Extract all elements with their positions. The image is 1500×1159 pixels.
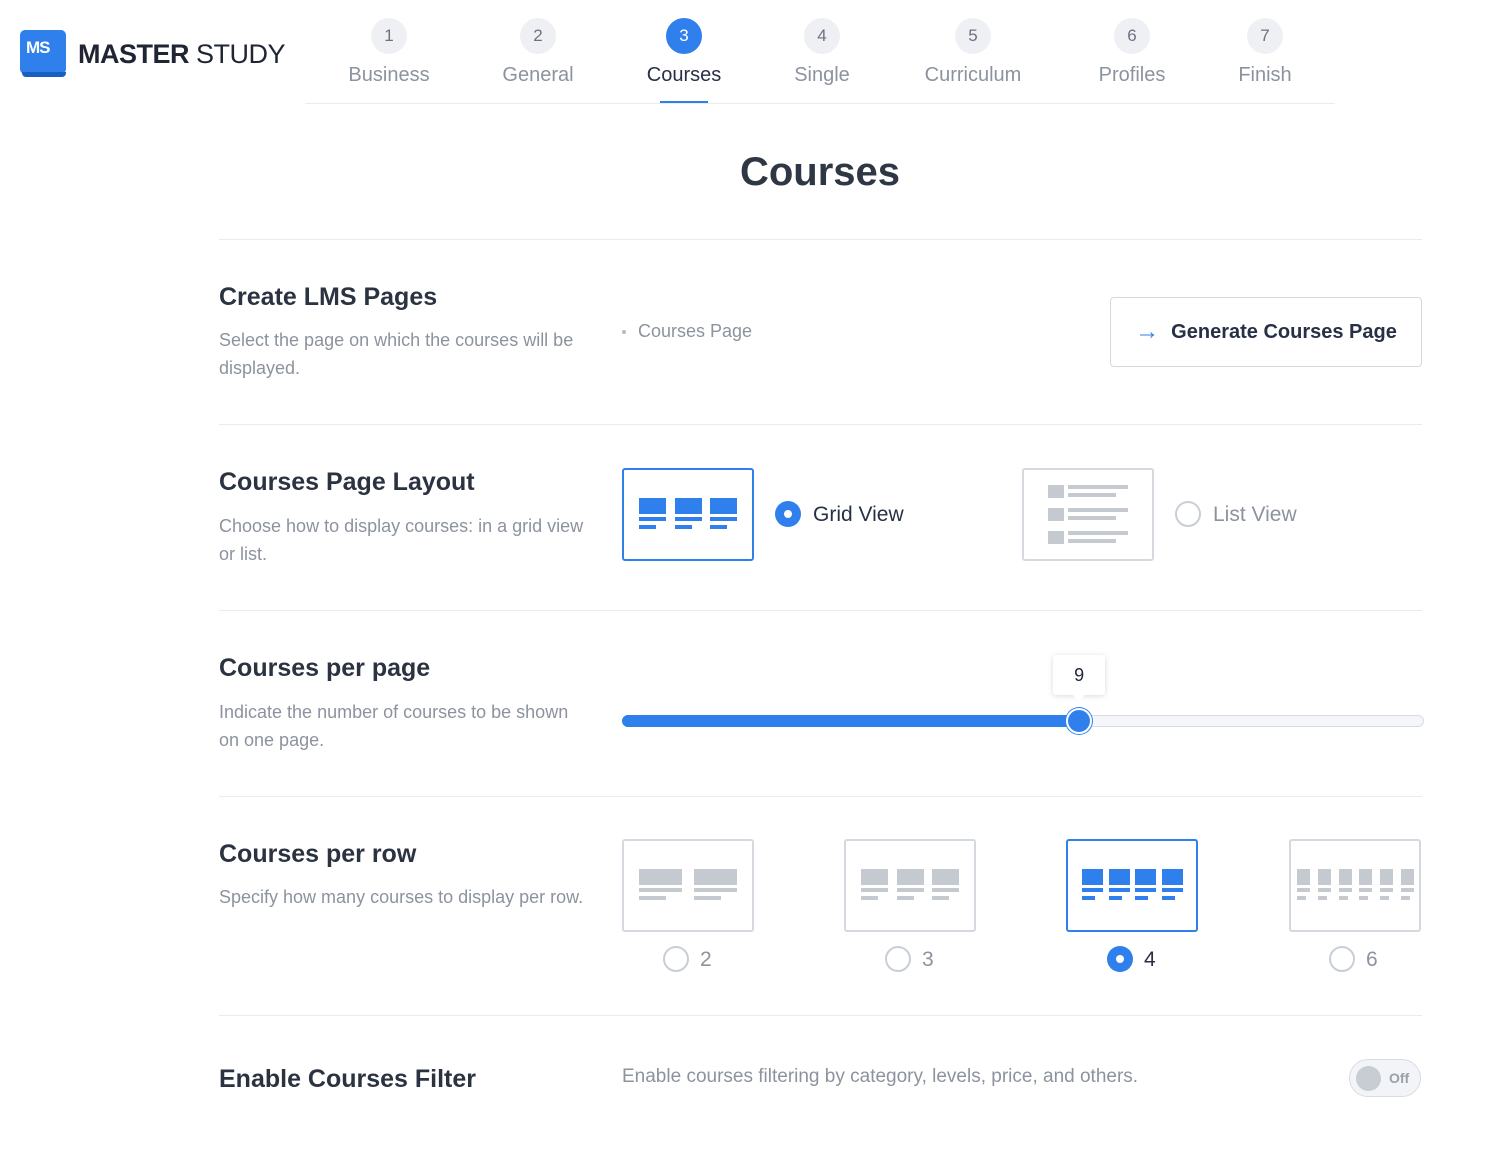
step-number: 4 [804,18,840,54]
step-number: 6 [1114,18,1150,54]
slider-value-tooltip: 9 [1053,655,1106,701]
divider [219,424,1422,425]
step-finish[interactable]: 7 Finish [1195,18,1335,87]
step-label: Single [794,64,850,86]
grid-view-label[interactable]: Grid View [813,503,904,527]
courses-page-label: Courses Page [638,321,753,341]
divider [219,1015,1422,1016]
step-label: Finish [1238,64,1292,86]
toggle-state-label: Off [1389,1070,1410,1086]
lms-pages-title: Create LMS Pages [219,283,438,311]
list-view-preview[interactable] [1022,468,1154,561]
per-row-4-preview[interactable] [1066,839,1198,932]
per-row-2-preview[interactable] [622,839,754,932]
four-columns-icon [1082,869,1183,900]
per-row-4-label[interactable]: 4 [1144,948,1156,972]
grid-view-radio[interactable] [775,501,801,527]
per-row-4-radio[interactable] [1107,946,1133,972]
per-row-2-radio[interactable] [663,946,689,972]
step-number: 1 [371,18,407,54]
step-label: Curriculum [924,64,1022,86]
three-columns-icon [861,869,959,900]
brand-name-light: STUDY [196,38,286,69]
per-row-2-label[interactable]: 2 [700,948,712,972]
per-row-3-radio[interactable] [885,946,911,972]
book-logo-icon: MS [20,30,68,78]
lms-pages-desc: Select the page on which the courses wil… [219,330,574,378]
bullet-icon [622,329,626,334]
per-row-desc: Specify how many courses to display per … [219,887,584,907]
per-page-title: Courses per page [219,654,431,682]
step-profiles[interactable]: 6 Profiles [1062,18,1202,87]
step-label: Courses [646,64,722,86]
per-row-3-label[interactable]: 3 [922,948,934,972]
list-view-radio[interactable] [1175,501,1201,527]
toggle-knob [1356,1066,1381,1091]
step-number: 5 [955,18,991,54]
layout-title: Courses Page Layout [219,468,475,496]
wizard-stepper: 1 Business 2 General 3 Courses 4 Single … [305,18,1335,104]
page-title: Courses [739,150,901,194]
six-columns-icon [1297,869,1414,900]
step-number: 7 [1247,18,1283,54]
filter-title: Enable Courses Filter [219,1065,477,1093]
arrow-right-icon: → [1135,318,1160,345]
divider [219,796,1422,797]
step-label: General [502,64,574,86]
per-row-6-preview[interactable] [1289,839,1421,932]
step-number: 2 [520,18,556,54]
list-view-label[interactable]: List View [1213,503,1297,527]
step-single[interactable]: 4 Single [752,18,892,87]
step-label: Business [348,64,430,86]
generate-courses-page-button[interactable]: → Generate Courses Page [1110,297,1422,367]
divider [219,610,1422,611]
per-row-3-preview[interactable] [844,839,976,932]
courses-page-item[interactable]: Courses Page [622,321,752,342]
step-label: Profiles [1098,64,1166,86]
brand-name-bold: MASTER [78,38,190,69]
per-row-title: Courses per row [219,840,417,868]
brand-name: MASTER STUDY [78,38,286,70]
per-row-6-label[interactable]: 6 [1366,948,1378,972]
step-general[interactable]: 2 General [468,18,608,87]
grid-view-preview[interactable] [622,468,754,561]
courses-filter-toggle[interactable]: Off [1349,1059,1421,1097]
brand-logo: MS MASTER STUDY [20,30,286,78]
two-columns-icon [639,869,737,900]
per-page-desc: Indicate the number of courses to be sho… [219,702,569,750]
step-business[interactable]: 1 Business [319,18,459,87]
list-layout-icon [1048,485,1128,544]
grid-layout-icon [639,498,737,529]
layout-desc: Choose how to display courses: in a grid… [219,516,584,564]
courses-per-page-slider-handle[interactable] [1066,708,1093,734]
courses-per-page-slider-fill [622,715,1080,727]
step-number: 3 [666,18,702,54]
generate-button-label: Generate Courses Page [1171,320,1397,343]
logo-mark-text: MS [26,38,50,57]
divider [219,239,1422,240]
filter-desc: Enable courses filtering by category, le… [622,1066,1139,1087]
step-courses[interactable]: 3 Courses [614,18,754,103]
per-row-6-radio[interactable] [1329,946,1355,972]
step-curriculum[interactable]: 5 Curriculum [903,18,1043,87]
